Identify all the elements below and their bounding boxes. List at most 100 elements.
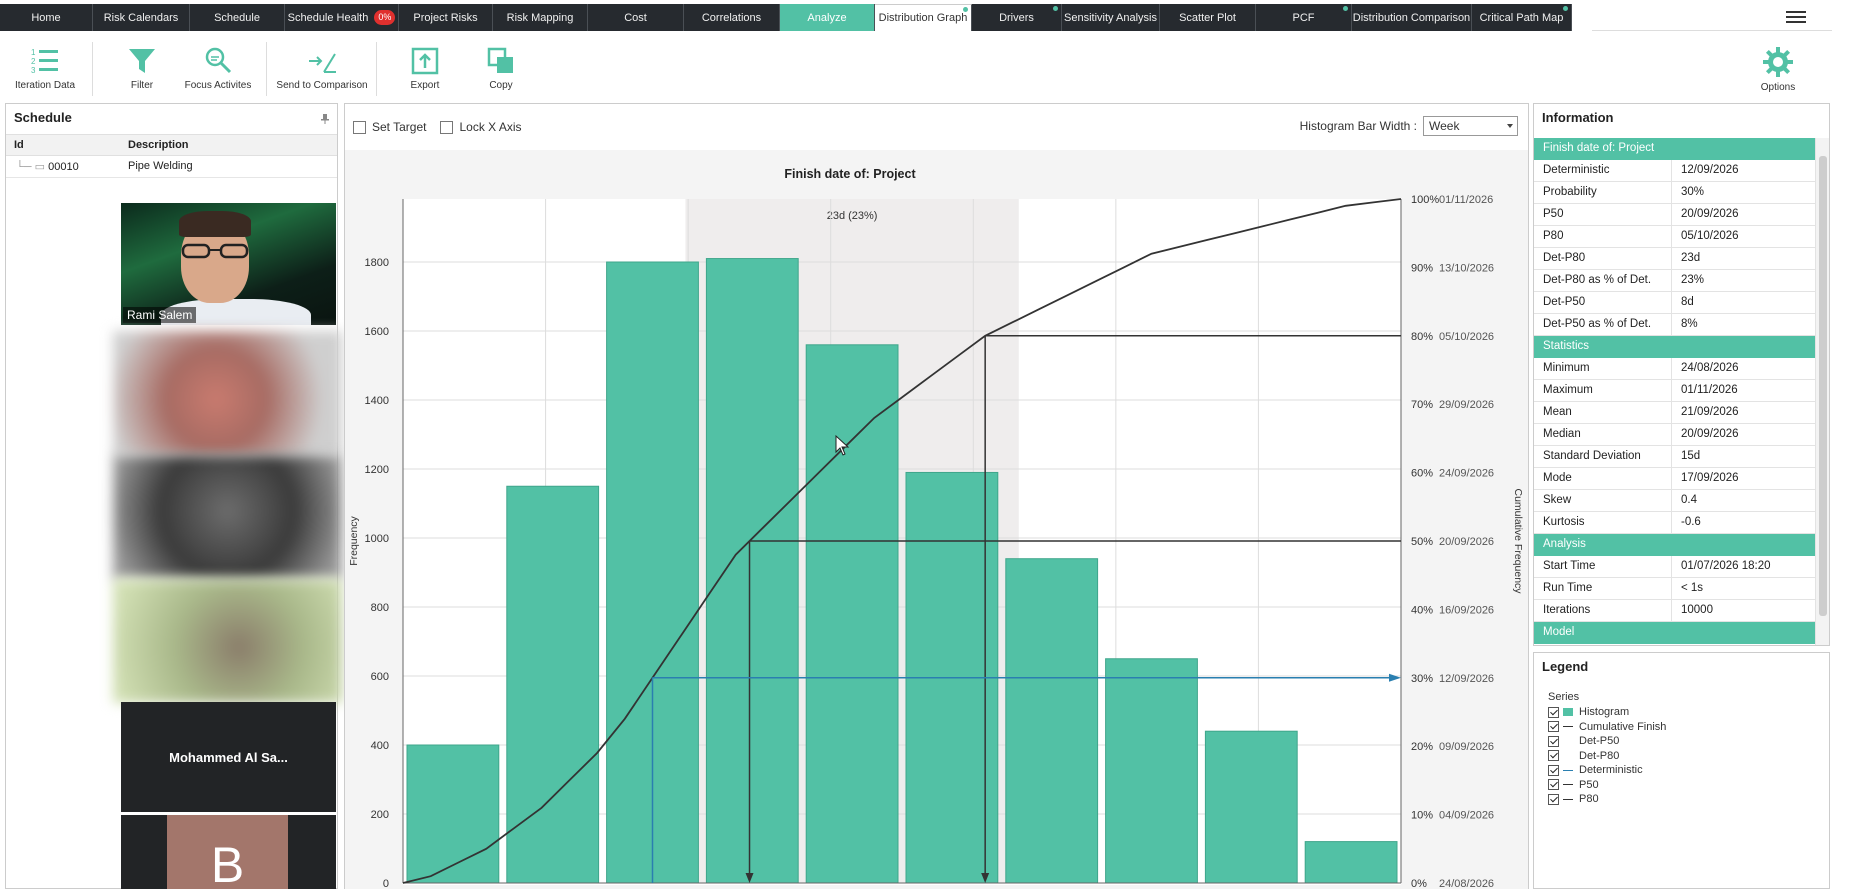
tab-distribution-comparison[interactable]: Distribution Comparison [1352,4,1472,31]
tab-distribution-graph[interactable]: Distribution Graph [875,4,972,31]
legend-label: P50 [1579,778,1599,791]
copy-button[interactable]: Copy [451,38,551,100]
legend-item[interactable]: Det-P80 [1548,749,1666,764]
info-section-header[interactable]: Statistics [1534,336,1815,358]
tab-schedule-health[interactable]: Schedule Health 0% [285,4,399,31]
legend-item[interactable]: P80 [1548,792,1666,807]
y-tick-label: 600 [371,671,389,683]
bar-width-label: Histogram Bar Width : [1299,119,1417,133]
tab-cost[interactable]: Cost [588,4,684,31]
info-key: Maximum [1534,380,1672,401]
table-row[interactable]: └─ ▭ 00010 Pipe Welding [6,156,337,178]
histogram-bar[interactable] [1105,658,1198,884]
info-value: 10000 [1681,604,1713,616]
legend-label: Deterministic [1579,764,1643,777]
tab-label: Risk Calendars [103,11,179,24]
tab-project-risks[interactable]: Project Risks [399,4,493,31]
info-value: 30% [1681,186,1705,198]
lock-x-axis-checkbox[interactable]: Lock X Axis [440,120,522,134]
row-id: 00010 [48,161,79,173]
information-scrollbar[interactable] [1815,138,1829,645]
info-key: Det-P80 [1534,248,1672,269]
information-table: Finish date of: Project Deterministic 12/0… [1534,138,1815,644]
tab-label: Distribution Comparison [1352,11,1471,24]
y2-tick-date: 16/09/2026 [1439,604,1494,616]
participant-name: Mohammed Al Sa... [169,749,288,765]
legend-item[interactable]: Cumulative Finish [1548,720,1666,735]
svg-text:2: 2 [31,57,36,66]
legend-checkbox[interactable] [1548,721,1559,733]
info-section-header[interactable]: Model [1534,622,1815,644]
info-value: 8d [1681,296,1694,308]
histogram-bar[interactable] [705,258,799,884]
toolbar: 1 2 3 Iteration Data Filter Focus Activi… [0,38,1853,100]
scrollbar-thumb[interactable] [1819,156,1827,616]
legend-checkbox[interactable] [1548,750,1559,762]
legend-body: Series Histogram Cumulative Finish Det-P50… [1548,691,1666,807]
checkbox-box[interactable] [440,120,454,134]
histogram-bar[interactable] [805,344,899,884]
y2-tick-pct: 90% [1411,262,1433,274]
tab-label: Schedule [214,11,260,24]
svg-text:3: 3 [31,66,36,75]
information-title: Information [1542,110,1614,125]
info-section-header[interactable]: Analysis [1534,534,1815,556]
video-tile-blurred [113,455,342,579]
tab-risk-mapping[interactable]: Risk Mapping [493,4,588,31]
info-value: 12/09/2026 [1681,164,1739,176]
legend-line [1563,726,1573,728]
column-header-description[interactable]: Description [120,135,197,155]
info-value: 20/09/2026 [1681,208,1739,220]
tab-pcf[interactable]: PCF [1256,4,1352,31]
histogram-bar[interactable] [1005,558,1099,884]
focus-activities-button[interactable]: Focus Activites [168,38,268,100]
distribution-chart[interactable]: 23d (23%) 0 200 400 600 800 1000 1200 1400 1600 18… [345,150,1528,889]
tab-home[interactable]: Home [0,4,93,31]
iteration-data-button[interactable]: 1 2 3 Iteration Data [0,38,95,100]
legend-checkbox[interactable] [1548,764,1559,776]
tab-correlations[interactable]: Correlations [684,4,780,31]
info-row: Maximum 01/11/2026 [1534,380,1815,402]
tree-connector-icon: └─ ▭ [16,161,49,173]
tab-scatter-plot[interactable]: Scatter Plot [1160,4,1256,31]
info-key: P80 [1534,226,1672,247]
tab-critical-path-map[interactable]: Critical Path Map [1472,4,1572,31]
histogram-bar[interactable] [1304,841,1398,884]
menu-icon[interactable] [1786,8,1806,24]
notification-dot-icon [963,7,968,12]
notification-dot-icon [1563,6,1568,11]
histogram-bar[interactable] [1204,730,1298,884]
info-row: Probability 30% [1534,182,1815,204]
y2-tick-pct: 20% [1411,741,1433,753]
info-key: Deterministic [1534,160,1672,181]
tab-drivers[interactable]: Drivers [972,4,1062,31]
notification-dot-icon [1053,6,1058,11]
svg-text:1: 1 [31,48,36,57]
histogram-bar[interactable] [406,744,500,884]
options-button[interactable]: Options [1728,38,1828,100]
legend-item[interactable]: Deterministic [1548,763,1666,778]
tab-label: Schedule Health [287,11,369,24]
tab-risk-calendars[interactable]: Risk Calendars [93,4,190,31]
checkbox-box[interactable] [353,120,366,134]
legend-item[interactable]: P50 [1548,778,1666,793]
send-to-comparison-button[interactable]: Send to Comparison [272,38,372,100]
pin-icon[interactable] [321,114,329,124]
tab-schedule[interactable]: Schedule [190,4,285,31]
bar-width-select[interactable]: Week [1423,116,1518,136]
bar-width-value: Week [1429,119,1460,133]
set-target-checkbox[interactable]: Set Target [353,120,426,134]
legend-checkbox[interactable] [1548,735,1559,747]
y2-axis-label: Cumulative Frequency [1512,488,1524,594]
legend-item[interactable]: Det-P50 [1548,734,1666,749]
tab-sensitivity-analysis[interactable]: Sensitivity Analysis [1062,4,1160,31]
legend-checkbox[interactable] [1548,793,1559,805]
column-header-id[interactable]: Id [6,135,120,155]
info-section-header[interactable]: Finish date of: Project [1534,138,1815,160]
legend-item[interactable]: Histogram [1548,705,1666,720]
y2-tick-pct: 50% [1411,536,1433,548]
tab-analyze[interactable]: Analyze [780,4,875,31]
legend-checkbox[interactable] [1548,779,1559,791]
legend-checkbox[interactable] [1548,706,1559,718]
numbered-list-icon: 1 2 3 [31,48,58,75]
